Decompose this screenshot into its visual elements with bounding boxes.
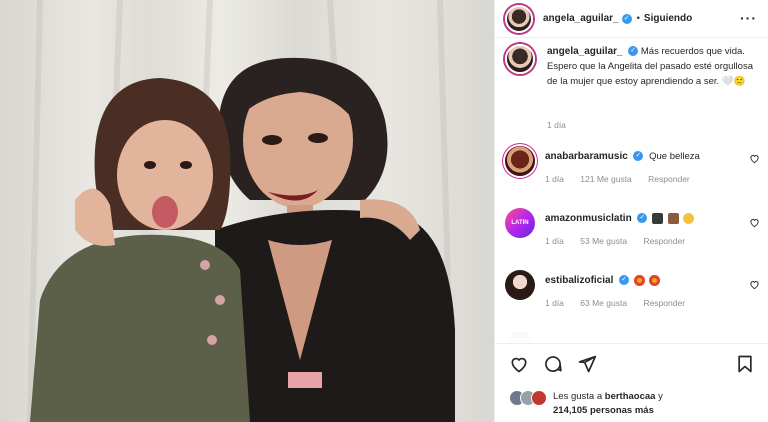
photo-illustration [27,0,455,422]
author-username[interactable]: angela_aguilar_ [543,13,619,24]
likes-suffix: y [658,391,663,402]
likes-summary: Les gusta a berthaocaa y 214,105 persona… [509,390,663,418]
share-icon[interactable] [577,354,597,374]
comment-time: 1 día [545,174,564,184]
reply-button[interactable]: Responder [643,236,685,246]
reply-button[interactable]: Responder [648,174,690,184]
liker-avatar[interactable] [531,390,547,406]
comments-fade [495,330,768,344]
comment-item: LATIN amazonmusiclatin ✓ 1 día 53 Me gus… [505,208,760,246]
likes-user[interactable]: berthaocaa [605,391,656,402]
heart-icon[interactable] [509,354,529,374]
post-side-panel: angela_aguilar_ ✓ • Siguiendo ··· angela… [494,0,768,422]
comment-likes[interactable]: 121 Me gusta [580,174,632,184]
action-bar: Les gusta a berthaocaa y 214,105 persona… [495,343,768,422]
heart-icon[interactable] [749,153,760,164]
heart-icon[interactable] [749,217,760,228]
comment-likes[interactable]: 63 Me gusta [580,298,627,308]
comment-text: Que belleza [649,151,700,162]
caption-time: 1 día [547,120,566,130]
post-header: angela_aguilar_ ✓ • Siguiendo ··· [495,0,768,38]
post-photo[interactable] [0,0,494,422]
comment-username[interactable]: estibalizoficial [545,275,613,286]
caption-avatar[interactable] [505,44,535,74]
avatar-text: LATIN [511,220,529,226]
likes-count[interactable]: 214,105 personas más [553,405,654,416]
comment-icon[interactable] [543,354,563,374]
comment-item: estibalizoficial ✓ 1 día 63 Me gusta Res… [505,270,760,308]
comment-avatar[interactable]: LATIN [505,208,535,238]
verified-icon: ✓ [628,46,639,57]
comment-avatar[interactable] [505,270,535,300]
post-caption: angela_aguilar_ ✓ Más recuerdos que vida… [505,44,760,89]
caption-username[interactable]: angela_aguilar_ [547,46,623,57]
comment-time: 1 día [545,236,564,246]
verified-icon: ✓ [637,213,648,224]
bookmark-icon[interactable] [735,354,755,374]
verified-icon: ✓ [621,13,632,24]
follow-button[interactable]: Siguiendo [644,13,692,24]
heart-icon[interactable] [749,279,760,290]
more-options-icon[interactable]: ··· [740,10,757,26]
comment-avatar[interactable] [505,146,535,176]
comment-item: anabarbaramusic ✓ Que belleza 1 día 121 … [505,146,760,184]
comment-likes[interactable]: 53 Me gusta [580,236,627,246]
emoji-icon [651,212,663,224]
emoji-icon [667,212,679,224]
emoji-icon [633,274,645,286]
separator-dot: • [636,13,640,24]
emoji-icon [649,274,661,286]
likers-avatars[interactable] [509,390,547,418]
comment-time: 1 día [545,298,564,308]
comment-username[interactable]: amazonmusiclatin [545,213,632,224]
emoji-icon [683,212,695,224]
likes-prefix: Les gusta a [553,391,603,402]
verified-icon: ✓ [633,151,644,162]
reply-button[interactable]: Responder [643,298,685,308]
author-avatar[interactable] [505,4,533,33]
verified-icon: ✓ [619,275,629,286]
comment-username[interactable]: anabarbaramusic [545,151,628,162]
